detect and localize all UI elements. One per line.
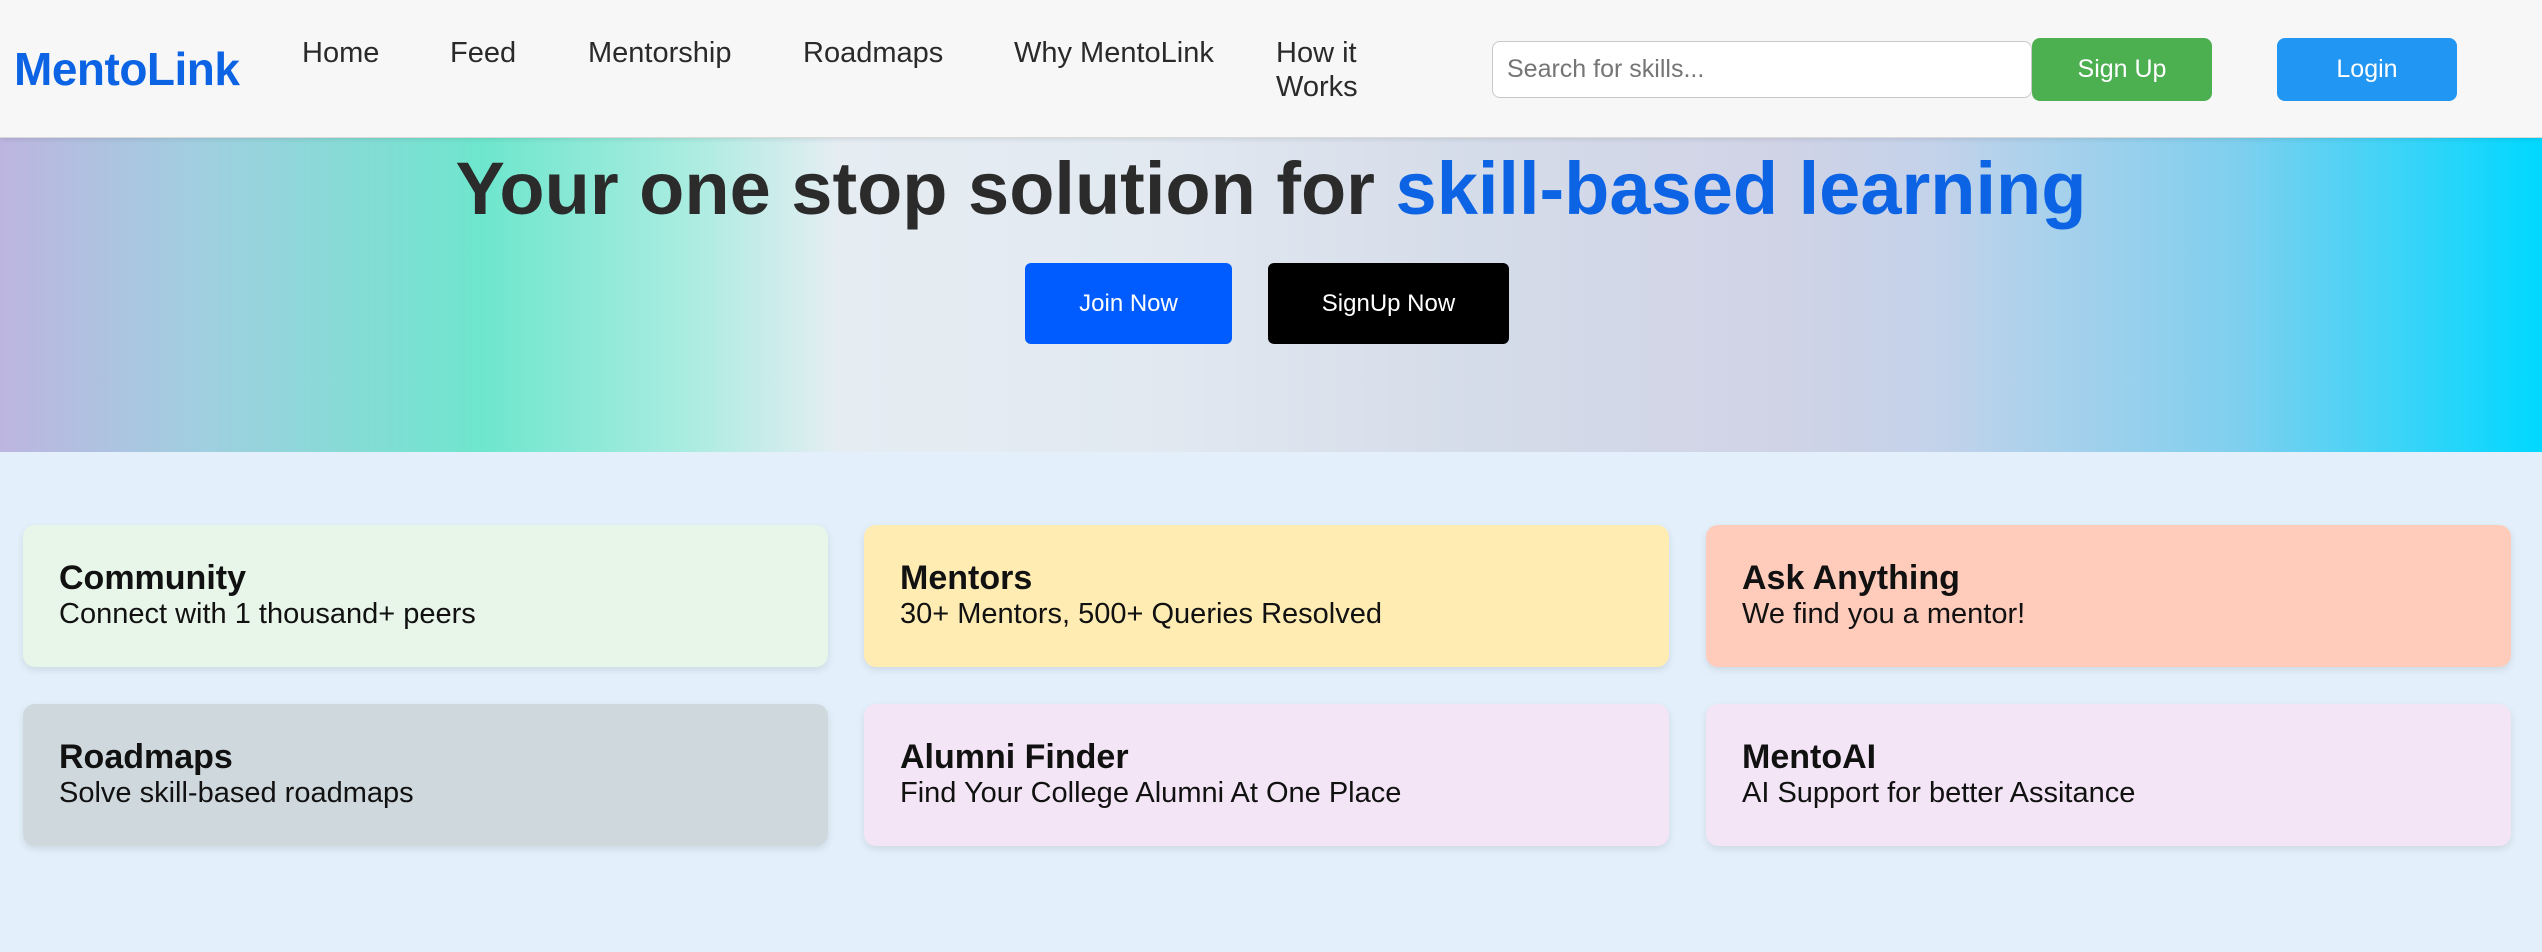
feature-card-ask-anything[interactable]: Ask Anything We find you a mentor! [1706,525,2511,667]
hero-section: Your one stop solution for skill-based l… [0,138,2542,452]
card-title: Alumni Finder [900,738,1129,776]
feature-card-mentoai[interactable]: MentoAI AI Support for better Assitance [1706,704,2511,846]
card-title: MentoAI [1742,738,1877,776]
join-now-button[interactable]: Join Now [1025,263,1232,344]
hero-title-accent: skill-based learning [1395,147,2087,230]
feature-card-mentors[interactable]: Mentors 30+ Mentors, 500+ Queries Resolv… [864,525,1669,667]
search-input[interactable] [1492,41,2032,98]
navbar: MentoLink Home Feed Mentorship Roadmaps … [0,0,2542,138]
feature-card-roadmaps[interactable]: Roadmaps Solve skill-based roadmaps [23,704,828,846]
brand-logo[interactable]: MentoLink [14,42,240,96]
card-description: Solve skill-based roadmaps [59,777,414,809]
card-description: 30+ Mentors, 500+ Queries Resolved [900,598,1382,630]
hero-title: Your one stop solution for skill-based l… [0,146,2542,231]
signup-now-button[interactable]: SignUp Now [1268,263,1509,344]
feature-card-alumni-finder[interactable]: Alumni Finder Find Your College Alumni A… [864,704,1669,846]
hero-title-prefix: Your one stop solution for [455,147,1396,230]
nav-link-why-mentolink[interactable]: Why MentoLink [1014,36,1214,70]
card-description: Connect with 1 thousand+ peers [59,598,476,630]
nav-link-feed[interactable]: Feed [450,36,516,70]
card-title: Ask Anything [1742,559,1960,597]
card-description: Find Your College Alumni At One Place [900,777,1402,809]
card-description: We find you a mentor! [1742,598,2026,630]
nav-link-home[interactable]: Home [302,36,379,70]
login-button[interactable]: Login [2277,38,2457,101]
signup-button[interactable]: Sign Up [2032,38,2212,101]
card-title: Community [59,559,246,597]
nav-link-mentorship[interactable]: Mentorship [588,36,731,70]
nav-link-how-it-works[interactable]: How it Works [1276,36,1396,104]
card-description: AI Support for better Assitance [1742,777,2136,809]
card-title: Mentors [900,559,1033,597]
feature-card-community[interactable]: Community Connect with 1 thousand+ peers [23,525,828,667]
card-title: Roadmaps [59,738,233,776]
nav-link-roadmaps[interactable]: Roadmaps [803,36,943,70]
